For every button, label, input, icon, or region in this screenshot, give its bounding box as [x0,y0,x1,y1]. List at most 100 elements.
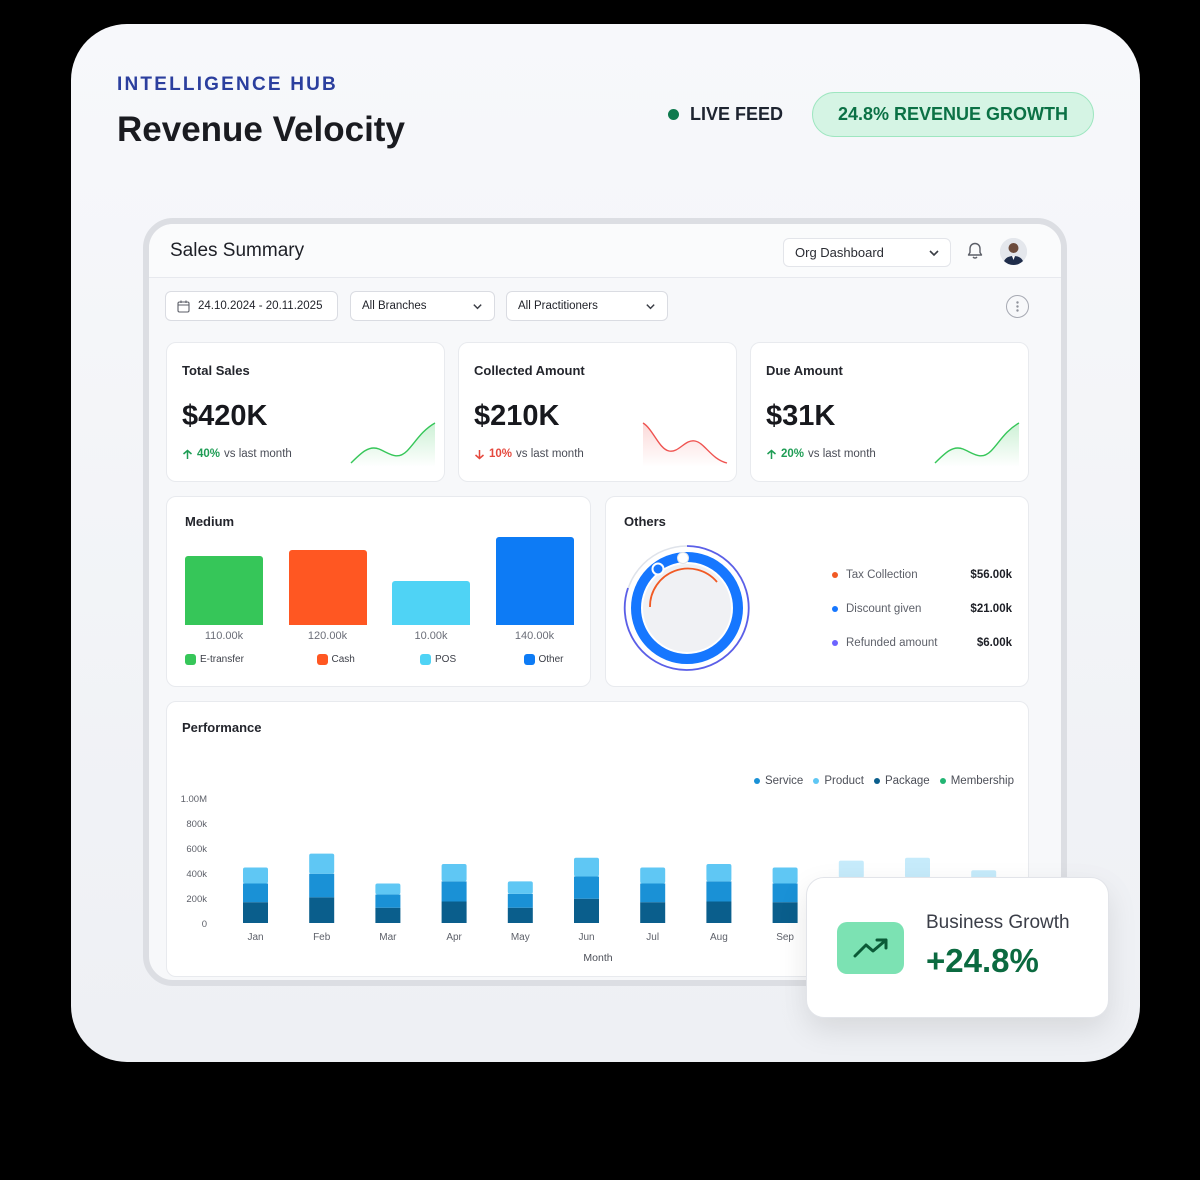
more-options-button[interactable] [1006,295,1029,318]
medium-legend-item: POS [420,654,456,665]
branches-filter[interactable]: All Branches [350,291,495,321]
legend-swatch-icon [420,654,431,665]
legend-label: Cash [331,654,355,665]
chevron-down-icon [473,304,482,310]
kpi-delta-suffix: vs last month [808,448,876,460]
medium-legend-item: Other [523,654,564,665]
performance-bar-group [772,867,798,923]
performance-bar-group [375,883,401,923]
date-range-filter[interactable]: 24.10.2024 - 20.11.2025 [165,291,338,321]
x-tick-label: Jul [646,932,659,943]
kpi-delta-suffix: vs last month [224,448,292,460]
performance-bar-segment [309,897,335,923]
performance-bar-segment [243,867,268,884]
kpi-delta-percent: 40% [197,448,221,460]
sales-dashboard: Sales Summary Org Dashboard 24.10.2024 -… [149,224,1061,980]
x-tick-label: Sep [776,932,794,943]
performance-bar-segment [507,907,533,923]
medium-card: Medium 110.00k E-transfer 120.00k Cash 10.00… [166,496,591,687]
legend-label: E-transfer [200,654,244,665]
sparkline-up [350,422,436,467]
others-item-label: Refunded amount [846,637,938,649]
kpi-card-total-sales: Total Sales $420K 40% vs last month [166,342,445,482]
performance-bar-segment [838,860,864,878]
kpi-label: Collected Amount [474,363,585,378]
sparkline-up [934,422,1020,467]
business-growth-label: Business Growth [926,912,1070,933]
kpi-label: Total Sales [182,363,250,378]
performance-bar-segment [243,902,268,923]
performance-bar-segment [309,873,335,898]
medium-bar [392,581,470,625]
legend-dot-icon [832,640,838,646]
performance-bar-segment [574,876,599,899]
bell-icon[interactable] [965,241,985,261]
medium-legend-item: E-transfer [185,654,244,665]
performance-bar-group [640,867,666,923]
kpi-delta-percent: 20% [781,448,805,460]
kpi-delta: 20% vs last month [766,448,876,460]
legend-swatch-icon [316,654,328,665]
performance-bar-segment [772,902,798,923]
performance-bar-segment [441,901,467,923]
performance-bar-segment [375,907,401,923]
kpi-value: $420K [182,400,268,432]
performance-bar-segment [243,883,268,903]
y-tick-label: 600k [186,844,207,855]
performance-bar-segment [507,881,533,894]
eyebrow-label: INTELLIGENCE HUB [117,74,338,95]
user-avatar[interactable] [1000,238,1027,265]
others-item-discount: Discount given $21.00k [832,603,1012,615]
legend-dot-icon [832,572,838,578]
others-item-label: Discount given [846,603,922,615]
chevron-down-icon [646,304,655,310]
arrow-up-icon [767,449,776,459]
others-item-amount: $21.00k [970,603,1012,615]
performance-bar-group [706,864,732,923]
calendar-icon [177,300,190,313]
medium-bar-value: 120.00k [307,630,348,642]
performance-bar-segment [772,867,798,884]
medium-bar [288,549,367,625]
performance-bar-group [309,853,335,923]
legend-swatch-icon [523,654,535,665]
kpi-value: $210K [474,400,560,432]
performance-bar-segment [441,881,467,902]
y-tick-label: 400k [186,869,207,880]
arrow-up-icon [183,449,192,459]
branches-value: All Branches [362,300,427,312]
revenue-growth-badge: 24.8% REVENUE GROWTH [812,92,1094,137]
org-dashboard-select[interactable]: Org Dashboard [783,238,951,267]
kpi-delta: 10% vs last month [474,448,584,460]
performance-bar-segment [507,893,533,908]
performance-bar-segment [706,901,732,923]
performance-bar-group [441,864,467,923]
medium-legend-item: Cash [316,654,355,665]
x-tick-label: Apr [446,932,462,943]
performance-bar-segment [640,902,666,923]
practitioners-filter[interactable]: All Practitioners [506,291,668,321]
business-growth-card: Business Growth +24.8% [806,877,1109,1018]
performance-bar-segment [375,883,401,895]
x-tick-label: Jan [247,932,263,943]
x-tick-label: May [511,932,530,943]
arrow-down-icon [475,449,484,459]
x-tick-label: Aug [710,932,728,943]
performance-bar-segment [574,857,599,877]
performance-bar-group [507,881,533,923]
legend-swatch-icon [185,654,196,665]
avatar-icon [1000,238,1027,265]
date-range-value: 24.10.2024 - 20.11.2025 [198,300,323,312]
chevron-down-icon [929,250,939,257]
others-item-tax: Tax Collection $56.00k [832,569,1012,581]
performance-bar-segment [905,857,930,878]
medium-bar [185,555,263,625]
business-growth-value: +24.8% [926,942,1039,979]
y-tick-label: 200k [186,894,207,905]
y-tick-label: 1.00M [181,794,207,805]
dashboard-topbar: Sales Summary Org Dashboard [149,224,1061,278]
performance-bar-segment [640,883,666,903]
performance-bar-segment [309,853,335,874]
legend-label: Other [538,654,564,665]
trending-up-icon [837,922,904,974]
